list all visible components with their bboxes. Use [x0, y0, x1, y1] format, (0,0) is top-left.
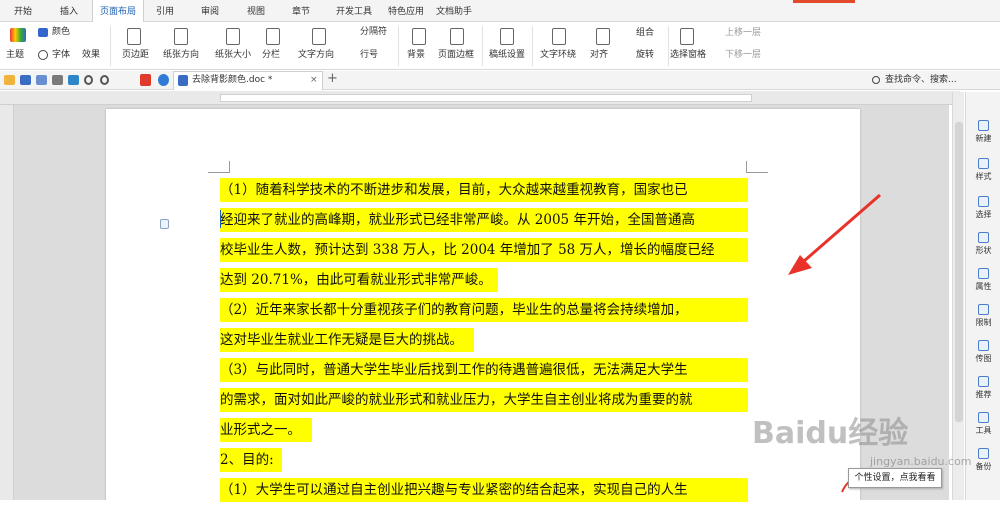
watermark-url: jingyan.baidu.com	[870, 455, 972, 468]
watermark: Baidu经验	[752, 416, 909, 451]
tooltip: 个性设置，点我看看	[848, 468, 942, 488]
